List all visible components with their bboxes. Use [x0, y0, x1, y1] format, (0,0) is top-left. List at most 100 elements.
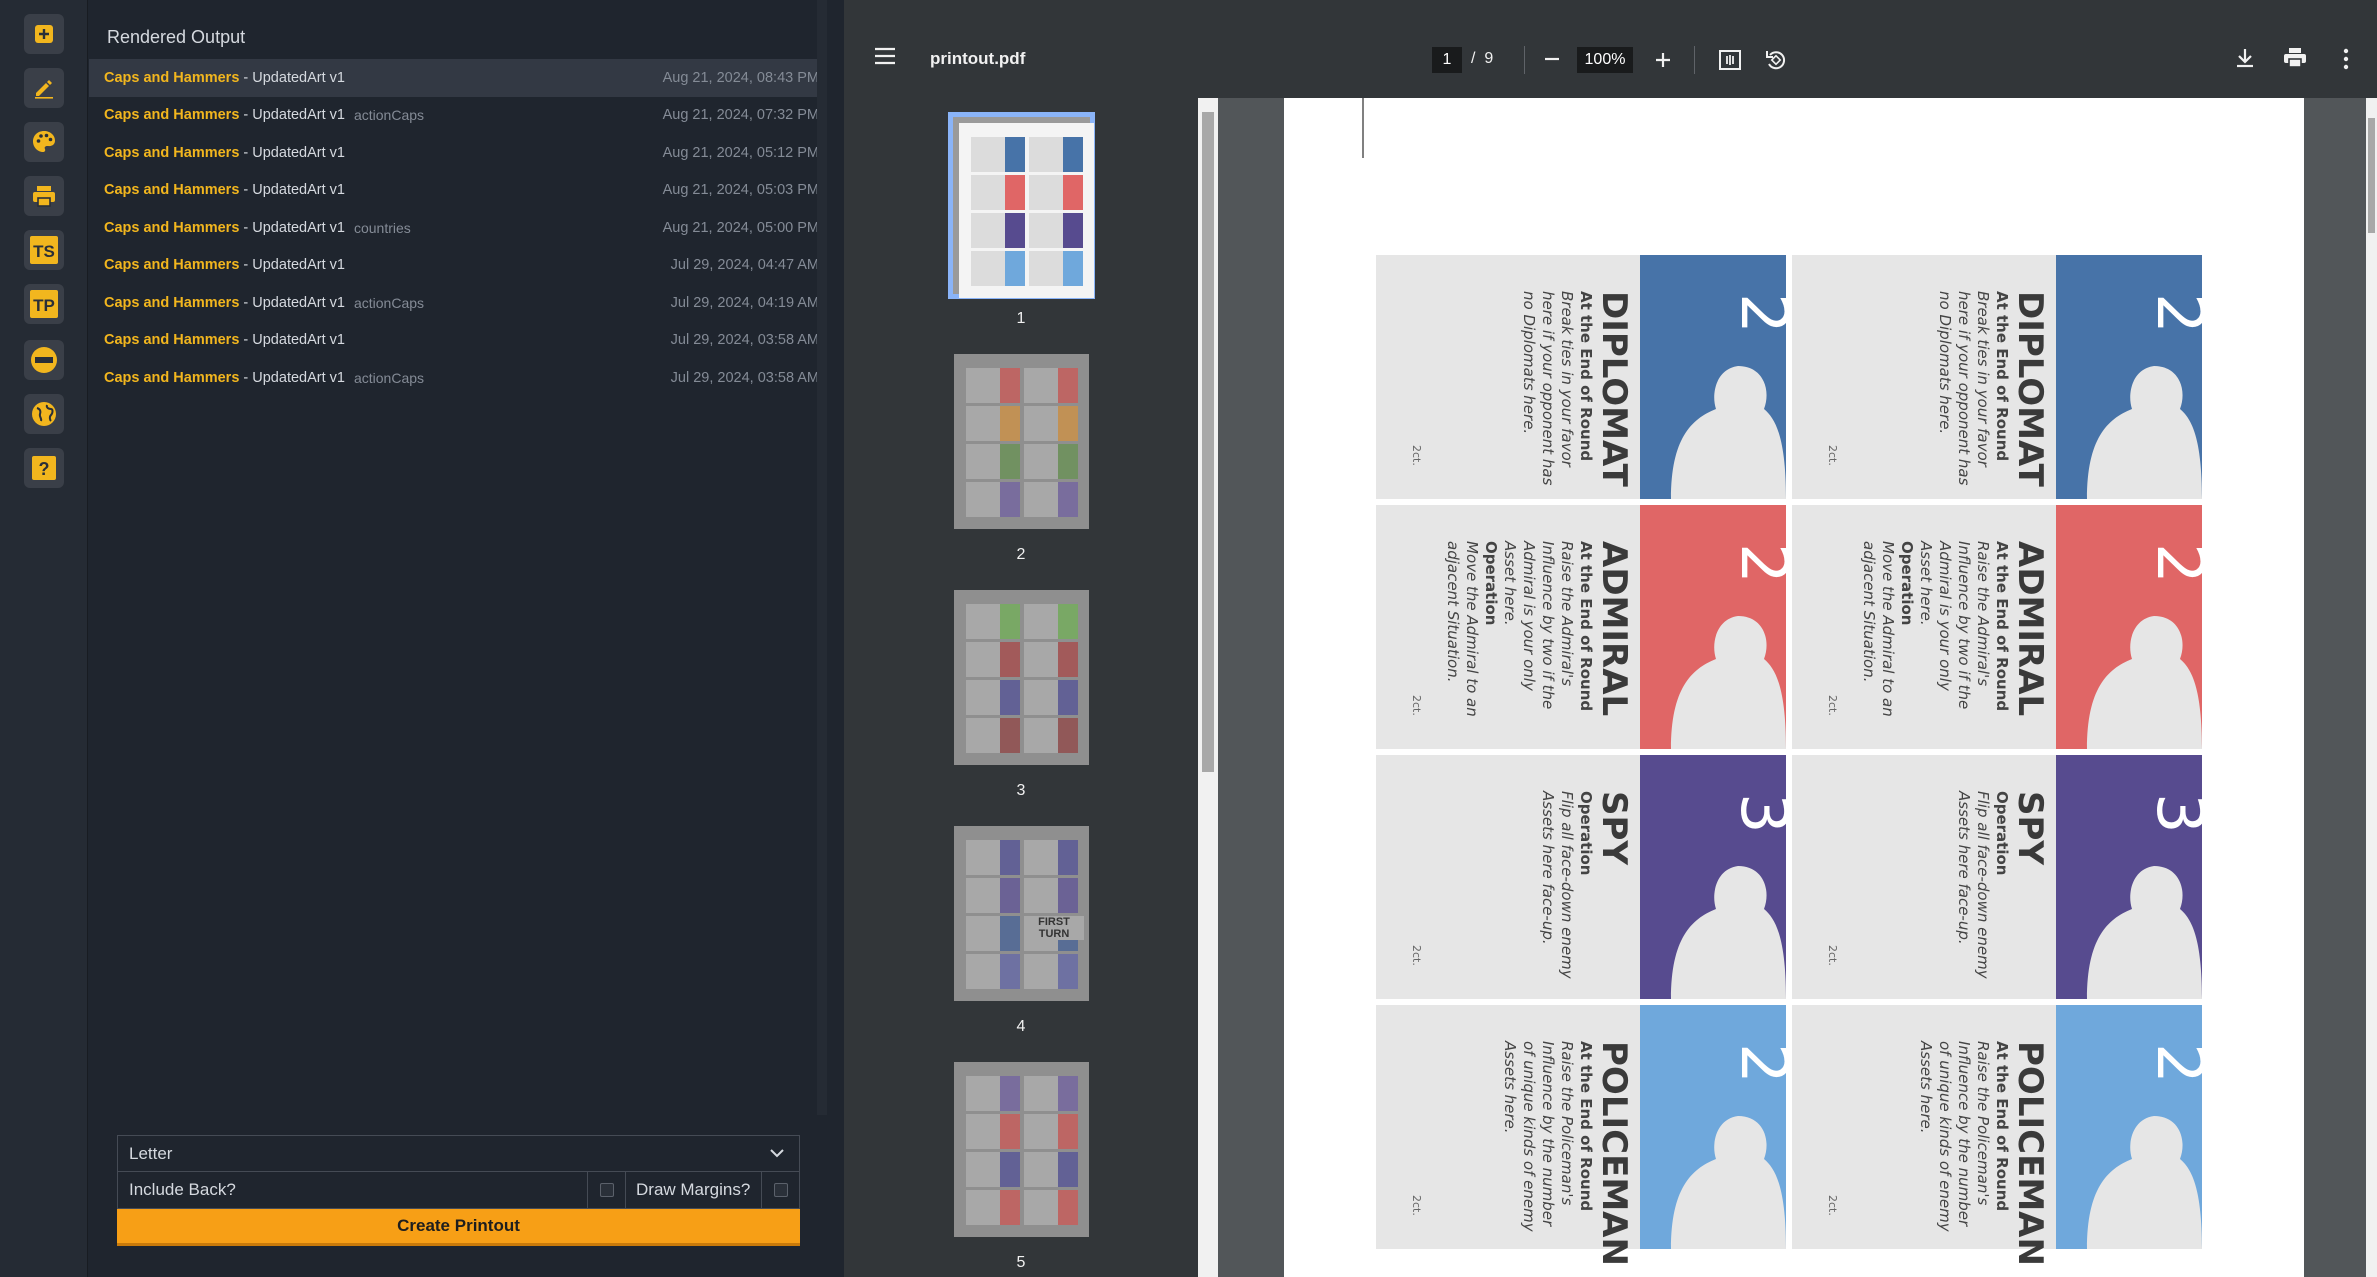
card-rules-text: Flip all face-down enemy	[1558, 791, 1576, 980]
paper-size-select[interactable]: Letter	[117, 1135, 800, 1172]
card: 2 ADMIRALAt the End of RoundRaise the Adm…	[1376, 505, 1800, 749]
ts-icon[interactable]: TS	[24, 230, 64, 270]
output-name: Caps and Hammers	[104, 294, 240, 311]
card: 3 SPYOperationFlip all face-down enemyAss…	[1792, 755, 2216, 999]
help-icon[interactable]: ?	[24, 448, 64, 488]
thumbnail-image	[959, 123, 1094, 298]
download-icon[interactable]	[2234, 47, 2256, 69]
document-scrollbar[interactable]	[2366, 98, 2377, 1277]
card-rules-text: adjacent Situation.	[1444, 541, 1462, 682]
zoom-in-icon[interactable]	[1654, 51, 1672, 69]
output-list-item[interactable]: Caps and Hammers - UpdatedArt v1 actionCa…	[89, 359, 819, 397]
page-total: / 9	[1471, 50, 1494, 67]
page-thumbnail[interactable]: FIRST TURN	[954, 826, 1089, 1001]
card-tier-label: 2ct.	[1826, 695, 1839, 716]
panel-scrollbar[interactable]	[817, 0, 827, 1115]
paper-size-value: Letter	[129, 1143, 173, 1163]
card-value: 3	[2142, 793, 2216, 834]
card-rules-text: At the End of Round	[1993, 541, 2011, 711]
output-version: - UpdatedArt v1	[239, 182, 345, 199]
output-version: - UpdatedArt v1	[239, 257, 345, 274]
card-rules-text: no Diplomats here.	[1520, 291, 1538, 434]
thumbnail-scrollbar[interactable]	[1198, 98, 1218, 1277]
menu-icon[interactable]	[874, 47, 896, 65]
draw-margins-checkbox[interactable]	[773, 1183, 788, 1197]
tp-icon[interactable]: TP	[24, 284, 64, 324]
output-name: Caps and Hammers	[104, 219, 240, 236]
chevron-down-icon	[770, 1149, 784, 1158]
page-thumbnail[interactable]	[948, 112, 1095, 299]
card-value: 2	[1726, 293, 1800, 334]
card-rules-text: Influence by two if the	[1955, 541, 1973, 709]
toolbar-separator	[1524, 46, 1525, 74]
card-rules-text: Influence by the number	[1955, 1041, 1973, 1227]
card: 2 POLICEMANAt the End of RoundRaise the P…	[1376, 1005, 1800, 1266]
output-version: - UpdatedArt v1	[239, 332, 345, 349]
badge-icon[interactable]	[24, 340, 64, 380]
card-rules-text: adjacent Situation.	[1860, 541, 1878, 682]
pencil-icon[interactable]	[24, 68, 64, 108]
output-list-item[interactable]: Caps and Hammers - UpdatedArt v1 Jul 29, …	[89, 322, 819, 360]
thumbnail-scroll-thumb[interactable]	[1202, 112, 1214, 772]
card: 2 DIPLOMATAt the End of RoundBreak ties i…	[1376, 255, 1800, 499]
fit-page-icon[interactable]	[1718, 48, 1742, 72]
output-name: Caps and Hammers	[104, 144, 240, 161]
card-rules-text: At the End of Round	[1993, 1041, 2011, 1211]
plus-icon[interactable]	[24, 14, 64, 54]
card-sheet: 2DIPLOMATAt the End of RoundBreak ties i…	[1362, 98, 2216, 1266]
card-tier-label: 2ct.	[1410, 945, 1423, 966]
page-thumbnail[interactable]	[954, 354, 1089, 529]
svg-text:?: ?	[39, 459, 50, 479]
printer-icon[interactable]	[24, 176, 64, 216]
globe-icon[interactable]	[24, 394, 64, 434]
output-version: - UpdatedArt v1	[239, 69, 345, 86]
card-rules-text: Raise the Policeman's	[1558, 1041, 1576, 1205]
file-name: printout.pdf	[930, 49, 1026, 68]
card-rules-text: Flip all face-down enemy	[1974, 791, 1992, 980]
output-list-item[interactable]: Caps and Hammers - UpdatedArt v1 Aug 21, …	[89, 134, 819, 172]
thumbnail-page-number: 5	[1016, 1254, 1026, 1271]
toolbar-separator	[1694, 46, 1695, 74]
output-list-item[interactable]: Caps and Hammers - UpdatedArt v1 Aug 21, …	[89, 59, 819, 97]
output-list-item[interactable]: Caps and Hammers - UpdatedArt v1 countrie…	[89, 209, 819, 247]
card-rules-text: Operation	[1993, 791, 2011, 875]
rotate-icon[interactable]	[1764, 48, 1788, 72]
zoom-input[interactable]: 100%	[1577, 47, 1633, 73]
print-icon[interactable]	[2283, 47, 2307, 69]
card-rules-text: no Diplomats here.	[1936, 291, 1954, 434]
page-thumbnail[interactable]	[954, 1062, 1089, 1237]
svg-text:TS: TS	[33, 242, 55, 261]
output-list-item[interactable]: Caps and Hammers - UpdatedArt v1 Jul 29, …	[89, 247, 819, 285]
page-thumbnail[interactable]	[954, 590, 1089, 765]
page-number-input[interactable]: 1	[1432, 47, 1462, 73]
card: 2 ADMIRALAt the End of RoundRaise the Adm…	[1792, 505, 2216, 749]
card-rules-text: Operation	[1577, 791, 1595, 875]
card-rules-text: Asset here.	[1917, 540, 1935, 626]
document-scroll-thumb[interactable]	[2368, 118, 2375, 233]
card-rules-text: Influence by two if the	[1539, 541, 1557, 709]
create-printout-button[interactable]: Create Printout	[117, 1209, 800, 1246]
output-tag: actionCaps	[353, 294, 425, 311]
draw-margins-checkbox-cell	[761, 1172, 799, 1208]
palette-icon[interactable]	[24, 122, 64, 162]
zoom-out-icon[interactable]	[1543, 52, 1561, 66]
card-rules-text: here if your opponent has	[1955, 291, 1973, 486]
rendered-output-panel: Rendered Output Caps and Hammers - Updat…	[89, 0, 827, 1277]
card-tier-label: 2ct.	[1826, 945, 1839, 966]
output-list-item[interactable]: Caps and Hammers - UpdatedArt v1 actionCa…	[89, 97, 819, 135]
include-back-label: Include Back?	[129, 1180, 236, 1199]
output-name: Caps and Hammers	[104, 182, 240, 199]
output-list-item[interactable]: Caps and Hammers - UpdatedArt v1 Aug 21, …	[89, 172, 819, 210]
output-list-item[interactable]: Caps and Hammers - UpdatedArt v1 actionCa…	[89, 284, 819, 322]
output-name: Caps and Hammers	[104, 107, 240, 124]
card-rules-text: Move the Admiral to an	[1463, 541, 1481, 717]
include-back-checkbox[interactable]	[599, 1183, 614, 1197]
output-date: Jul 29, 2024, 03:58 AM	[670, 369, 819, 386]
first-turn-text: FIRST	[1038, 916, 1070, 928]
card-rules-text: Asset here.	[1501, 540, 1519, 626]
card-rules-text: Assets here.	[1501, 1040, 1519, 1133]
draw-margins-label: Draw Margins?	[625, 1172, 761, 1208]
more-options-icon[interactable]	[2342, 48, 2350, 70]
panel-title: Rendered Output	[107, 27, 246, 47]
card: 2 DIPLOMATAt the End of RoundBreak ties i…	[1792, 255, 2216, 499]
